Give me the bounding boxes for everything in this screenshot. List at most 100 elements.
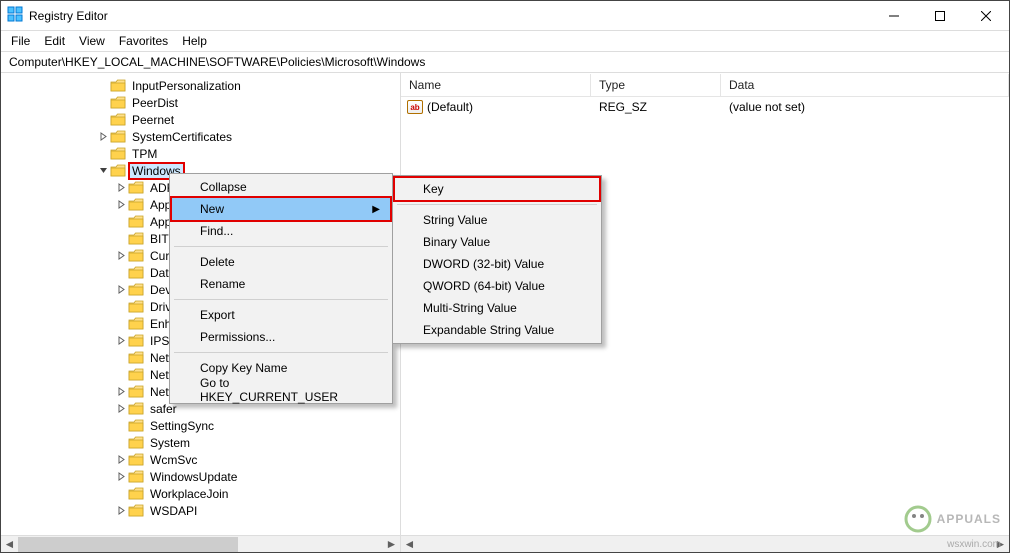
minimize-button[interactable]: [871, 1, 917, 31]
submenu-item-binary-value[interactable]: Binary Value: [395, 231, 599, 253]
tree-node-label[interactable]: WcmSvc: [148, 453, 199, 467]
value-type: REG_SZ: [591, 100, 721, 114]
context-item-new[interactable]: New▶: [172, 198, 390, 220]
folder-icon: [128, 487, 144, 501]
list-scrollbar-horizontal[interactable]: ◄ ►: [401, 535, 1009, 552]
tree-node[interactable]: InputPersonalization: [1, 77, 400, 94]
tree-node[interactable]: Peernet: [1, 111, 400, 128]
context-item-collapse[interactable]: Collapse: [172, 176, 390, 198]
tree-node-label[interactable]: SystemCertificates: [130, 130, 234, 144]
context-menu[interactable]: CollapseNew▶Find... DeleteRename ExportPer…: [169, 173, 393, 404]
menu-separator: [174, 352, 388, 353]
tree-node[interactable]: System: [1, 434, 400, 451]
menu-view[interactable]: View: [73, 32, 111, 50]
tree-node-label[interactable]: System: [148, 436, 192, 450]
context-item-rename[interactable]: Rename: [172, 273, 390, 295]
submenu-item-key[interactable]: Key: [395, 178, 599, 200]
context-submenu-new[interactable]: Key String ValueBinary ValueDWORD (32-bit…: [392, 175, 602, 344]
header-data[interactable]: Data: [721, 74, 1009, 96]
context-item-delete[interactable]: Delete: [172, 251, 390, 273]
content-area: InputPersonalization PeerDist Peernet Syste…: [1, 73, 1009, 552]
expand-icon[interactable]: [114, 404, 128, 413]
folder-icon: [128, 300, 144, 314]
expand-icon[interactable]: [114, 183, 128, 192]
context-item-go-to-hkey-current-user[interactable]: Go to HKEY_CURRENT_USER: [172, 379, 390, 401]
scroll-right-icon[interactable]: ►: [383, 536, 400, 553]
submenu-item-expandable-string-value[interactable]: Expandable String Value: [395, 319, 599, 341]
expand-icon[interactable]: [114, 455, 128, 464]
folder-icon: [128, 181, 144, 195]
tree-node-label[interactable]: Peernet: [130, 113, 176, 127]
tree-node[interactable]: SystemCertificates: [1, 128, 400, 145]
folder-icon: [110, 130, 126, 144]
tree-node-label[interactable]: TPM: [130, 147, 159, 161]
menu-favorites[interactable]: Favorites: [113, 32, 174, 50]
address-input[interactable]: [7, 54, 1003, 70]
folder-icon: [128, 436, 144, 450]
tree-node-label[interactable]: InputPersonalization: [130, 79, 243, 93]
tree-node[interactable]: SettingSync: [1, 417, 400, 434]
folder-icon: [128, 215, 144, 229]
tree-node[interactable]: WorkplaceJoin: [1, 485, 400, 502]
scroll-left-icon[interactable]: ◄: [1, 536, 18, 553]
tree-node-label[interactable]: WSDAPI: [148, 504, 199, 518]
tree-node-label[interactable]: SettingSync: [148, 419, 216, 433]
values-list[interactable]: ab(Default)REG_SZ(value not set): [401, 97, 1009, 117]
value-name: (Default): [427, 100, 473, 114]
tree-node[interactable]: WindowsUpdate: [1, 468, 400, 485]
menu-edit[interactable]: Edit: [38, 32, 71, 50]
expand-icon[interactable]: [114, 506, 128, 515]
context-item-find-[interactable]: Find...: [172, 220, 390, 242]
tree-scrollbar-horizontal[interactable]: ◄ ►: [1, 535, 400, 552]
expand-icon[interactable]: [114, 285, 128, 294]
values-pane: Name Type Data ab(Default)REG_SZ(value n…: [401, 73, 1009, 552]
close-button[interactable]: [963, 1, 1009, 31]
header-name[interactable]: Name: [401, 74, 591, 96]
menu-help[interactable]: Help: [176, 32, 213, 50]
watermark-text: APPUALS: [937, 512, 1001, 526]
folder-icon: [128, 198, 144, 212]
menu-separator: [174, 299, 388, 300]
tree-node-label[interactable]: WorkplaceJoin: [148, 487, 230, 501]
folder-icon: [128, 351, 144, 365]
submenu-item-qword-64-bit-value[interactable]: QWORD (64-bit) Value: [395, 275, 599, 297]
tree-node-label[interactable]: PeerDist: [130, 96, 180, 110]
submenu-arrow-icon: ▶: [372, 204, 380, 215]
folder-icon: [128, 368, 144, 382]
folder-icon: [128, 283, 144, 297]
watermark-logo: APPUALS: [903, 504, 1001, 534]
maximize-button[interactable]: [917, 1, 963, 31]
tree-node[interactable]: WcmSvc: [1, 451, 400, 468]
folder-icon: [128, 470, 144, 484]
scroll-left-icon[interactable]: ◄: [401, 536, 418, 553]
expand-icon[interactable]: [114, 472, 128, 481]
tree-node[interactable]: WSDAPI: [1, 502, 400, 519]
values-header: Name Type Data: [401, 73, 1009, 97]
context-item-export[interactable]: Export: [172, 304, 390, 326]
menu-file[interactable]: File: [5, 32, 36, 50]
expand-icon[interactable]: [96, 132, 110, 141]
expand-icon[interactable]: [114, 200, 128, 209]
header-type[interactable]: Type: [591, 74, 721, 96]
tree-node-label[interactable]: WindowsUpdate: [148, 470, 239, 484]
submenu-item-multi-string-value[interactable]: Multi-String Value: [395, 297, 599, 319]
submenu-item-string-value[interactable]: String Value: [395, 209, 599, 231]
value-row[interactable]: ab(Default)REG_SZ(value not set): [401, 97, 1009, 117]
titlebar: Registry Editor: [1, 1, 1009, 31]
submenu-item-dword-32-bit-value[interactable]: DWORD (32-bit) Value: [395, 253, 599, 275]
folder-icon: [128, 385, 144, 399]
menu-separator: [397, 204, 597, 205]
expand-icon[interactable]: [114, 251, 128, 260]
expand-icon[interactable]: [114, 387, 128, 396]
scroll-thumb[interactable]: [18, 537, 238, 552]
tree-node[interactable]: TPM: [1, 145, 400, 162]
folder-icon: [128, 266, 144, 280]
collapse-icon[interactable]: [96, 166, 110, 175]
context-item-permissions-[interactable]: Permissions...: [172, 326, 390, 348]
menu-separator: [174, 246, 388, 247]
folder-icon: [110, 147, 126, 161]
expand-icon[interactable]: [114, 336, 128, 345]
tree-node[interactable]: PeerDist: [1, 94, 400, 111]
folder-icon: [128, 402, 144, 416]
folder-icon: [128, 249, 144, 263]
